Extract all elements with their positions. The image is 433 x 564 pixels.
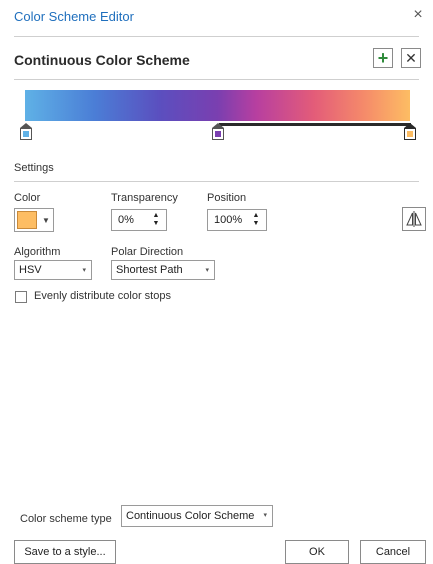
flip-scheme-button[interactable] xyxy=(402,207,426,231)
algorithm-select[interactable]: HSV ▾ xyxy=(14,260,92,280)
save-to-style-button[interactable]: Save to a style... xyxy=(14,540,116,564)
remove-icon: ✕ xyxy=(405,50,417,66)
close-icon[interactable]: × xyxy=(411,7,425,23)
cancel-button[interactable]: Cancel xyxy=(360,540,426,564)
ok-button[interactable]: OK xyxy=(285,540,349,564)
header-divider xyxy=(14,36,419,37)
chevron-down-icon: ▾ xyxy=(82,267,86,274)
polar-direction-label: Polar Direction xyxy=(111,246,184,258)
algorithm-value: HSV xyxy=(19,264,42,276)
flip-icon xyxy=(406,211,422,227)
chevron-down-icon: ▾ xyxy=(205,267,209,274)
spin-arrows-icon[interactable]: ▲ ▼ xyxy=(252,212,260,228)
remove-stop-button[interactable]: ✕ xyxy=(401,48,421,68)
algorithm-label: Algorithm xyxy=(14,246,61,258)
position-spinner[interactable]: 100% ▲ ▼ xyxy=(207,209,267,231)
transparency-value: 0% xyxy=(118,214,134,226)
spin-arrows-icon[interactable]: ▲ ▼ xyxy=(152,212,160,228)
selected-segment-line xyxy=(219,123,411,126)
color-picker-button[interactable]: ▼ xyxy=(14,208,54,232)
settings-divider xyxy=(14,181,419,182)
position-label: Position xyxy=(207,192,247,204)
transparency-label: Transparency xyxy=(111,192,178,204)
scheme-title: Continuous Color Scheme xyxy=(14,52,190,68)
scheme-divider xyxy=(14,79,419,80)
polar-direction-select[interactable]: Shortest Path ▾ xyxy=(111,260,215,280)
chevron-down-icon: ▼ xyxy=(42,215,50,225)
polar-direction-value: Shortest Path xyxy=(116,264,183,276)
add-stop-button[interactable]: + xyxy=(373,48,393,68)
color-stop-start[interactable] xyxy=(20,123,32,140)
evenly-distribute-label[interactable]: Evenly distribute color stops xyxy=(34,290,171,302)
scheme-type-select[interactable]: Continuous Color Scheme ▾ xyxy=(121,505,273,527)
scheme-type-label: Color scheme type xyxy=(20,513,112,525)
chevron-down-icon: ▾ xyxy=(263,512,267,519)
color-stop-end[interactable] xyxy=(404,123,416,140)
plus-icon: + xyxy=(377,48,389,68)
color-stop-middle[interactable] xyxy=(212,123,224,140)
dialog-title: Color Scheme Editor xyxy=(14,9,134,24)
scheme-type-value: Continuous Color Scheme xyxy=(126,510,255,522)
transparency-spinner[interactable]: 0% ▲ ▼ xyxy=(111,209,167,231)
color-label: Color xyxy=(14,192,41,204)
settings-heading: Settings xyxy=(14,162,54,174)
gradient-preview[interactable] xyxy=(25,90,410,121)
color-swatch xyxy=(17,211,37,229)
evenly-distribute-checkbox[interactable] xyxy=(15,291,27,303)
position-value: 100% xyxy=(214,214,243,226)
